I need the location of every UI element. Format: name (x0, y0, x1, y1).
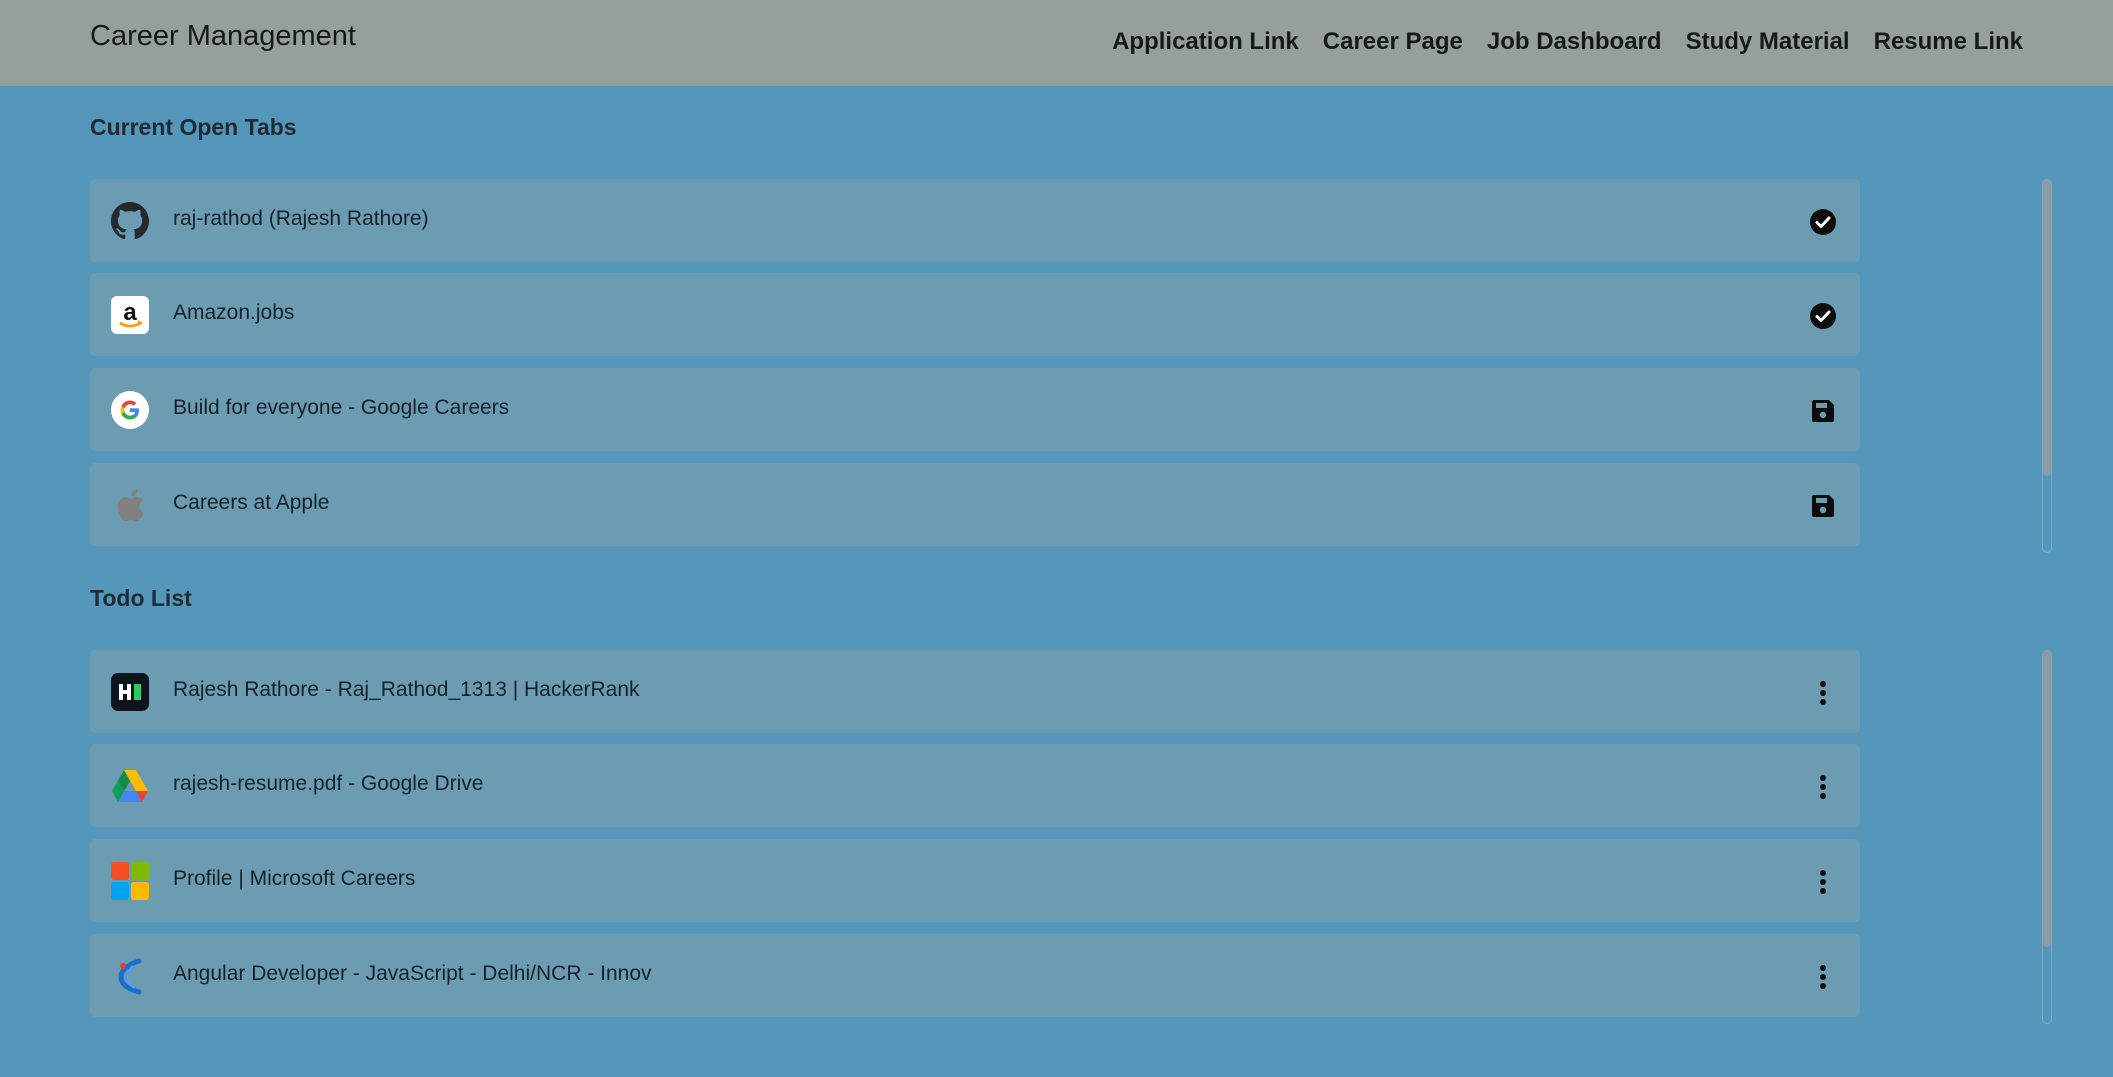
list-item[interactable]: Profile | Microsoft Careers (90, 839, 1860, 922)
more-vertical-icon[interactable] (1808, 678, 1838, 708)
svg-text:a: a (123, 299, 137, 326)
github-icon (110, 201, 150, 241)
google-drive-icon (110, 766, 150, 806)
todo-title: Todo List (90, 585, 192, 611)
more-vertical-icon[interactable] (1808, 962, 1838, 992)
todo-scrollbar[interactable] (2042, 650, 2052, 1024)
item-label: Amazon.jobs (173, 301, 295, 324)
naukri-icon (110, 956, 150, 996)
microsoft-icon (110, 861, 150, 901)
todo-list: Rajesh Rathore - Raj_Rathod_1313 | Hacke… (90, 650, 1860, 1018)
item-label: rajesh-resume.pdf - Google Drive (173, 772, 484, 795)
google-icon (110, 390, 150, 430)
check-circle-icon[interactable] (1808, 207, 1838, 237)
list-item[interactable]: Angular Developer - JavaScript - Delhi/N… (90, 934, 1860, 1017)
list-item[interactable]: Rajesh Rathore - Raj_Rathod_1313 | Hacke… (90, 650, 1860, 733)
amazon-icon: a (110, 295, 150, 335)
brand-title[interactable]: Career Management (90, 20, 356, 53)
item-label: Careers at Apple (173, 491, 330, 514)
hackerrank-icon (110, 672, 150, 712)
item-label: Profile | Microsoft Careers (173, 867, 416, 890)
item-label: Angular Developer - JavaScript - Delhi/N… (173, 962, 652, 985)
list-item[interactable]: raj-rathod (Rajesh Rathore) (90, 179, 1860, 262)
list-item[interactable]: rajesh-resume.pdf - Google Drive (90, 744, 1860, 827)
item-label: Rajesh Rathore - Raj_Rathod_1313 | Hacke… (173, 678, 640, 701)
scrollbar-thumb[interactable] (2043, 180, 2051, 476)
scrollbar-thumb[interactable] (2043, 651, 2051, 947)
nav-link-study-material[interactable]: Study Material (1686, 28, 1850, 56)
more-vertical-icon[interactable] (1808, 867, 1838, 897)
item-label: raj-rathod (Rajesh Rathore) (173, 207, 429, 230)
apple-icon (110, 485, 150, 525)
more-vertical-icon[interactable] (1808, 772, 1838, 802)
list-item[interactable]: Build for everyone - Google Careers (90, 368, 1860, 451)
nav-link-application[interactable]: Application Link (1112, 28, 1299, 56)
check-circle-icon[interactable] (1808, 301, 1838, 331)
save-icon[interactable] (1808, 396, 1838, 426)
list-item[interactable]: a Amazon.jobs (90, 273, 1860, 356)
nav-link-resume[interactable]: Resume Link (1874, 28, 2023, 56)
list-item[interactable]: Careers at Apple (90, 463, 1860, 546)
save-icon[interactable] (1808, 491, 1838, 521)
nav-link-job-dashboard[interactable]: Job Dashboard (1487, 28, 1662, 56)
open-tabs-list: raj-rathod (Rajesh Rathore) a Amazon.job… (90, 179, 1860, 547)
open-tabs-title: Current Open Tabs (90, 114, 297, 140)
navbar: Career Management Application Link Caree… (0, 0, 2113, 86)
nav-link-career-page[interactable]: Career Page (1323, 28, 1463, 56)
nav-links: Application Link Career Page Job Dashboa… (1088, 28, 2023, 56)
open-tabs-scrollbar[interactable] (2042, 179, 2052, 553)
item-label: Build for everyone - Google Careers (173, 396, 510, 419)
